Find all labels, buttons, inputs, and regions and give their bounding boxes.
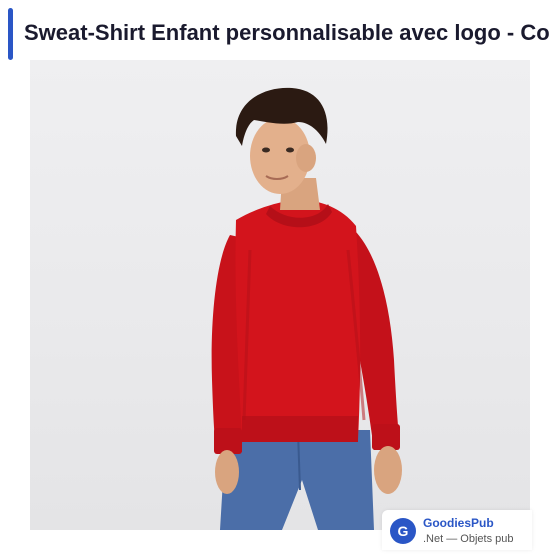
product-photo-illustration [211, 87, 402, 530]
source-subtitle: .Net — Objets pub [423, 533, 514, 545]
right-cuff [372, 424, 400, 450]
sweatshirt-body [235, 200, 361, 440]
source-name[interactable]: GoodiesPub [423, 516, 494, 530]
product-page: Sweat-Shirt Enfant personnalisable avec … [0, 0, 560, 560]
page-title[interactable]: Sweat-Shirt Enfant personnalisable avec … [24, 18, 560, 48]
right-hand [374, 446, 402, 494]
product-image[interactable] [30, 60, 530, 530]
left-hand [215, 450, 239, 494]
source-attribution[interactable]: G GoodiesPub .Net — Objets pub [382, 510, 532, 550]
sweatshirt-hem [242, 416, 358, 442]
jeans [220, 430, 374, 530]
title-accent-bar [8, 8, 13, 60]
source-logo-icon: G [390, 518, 416, 544]
